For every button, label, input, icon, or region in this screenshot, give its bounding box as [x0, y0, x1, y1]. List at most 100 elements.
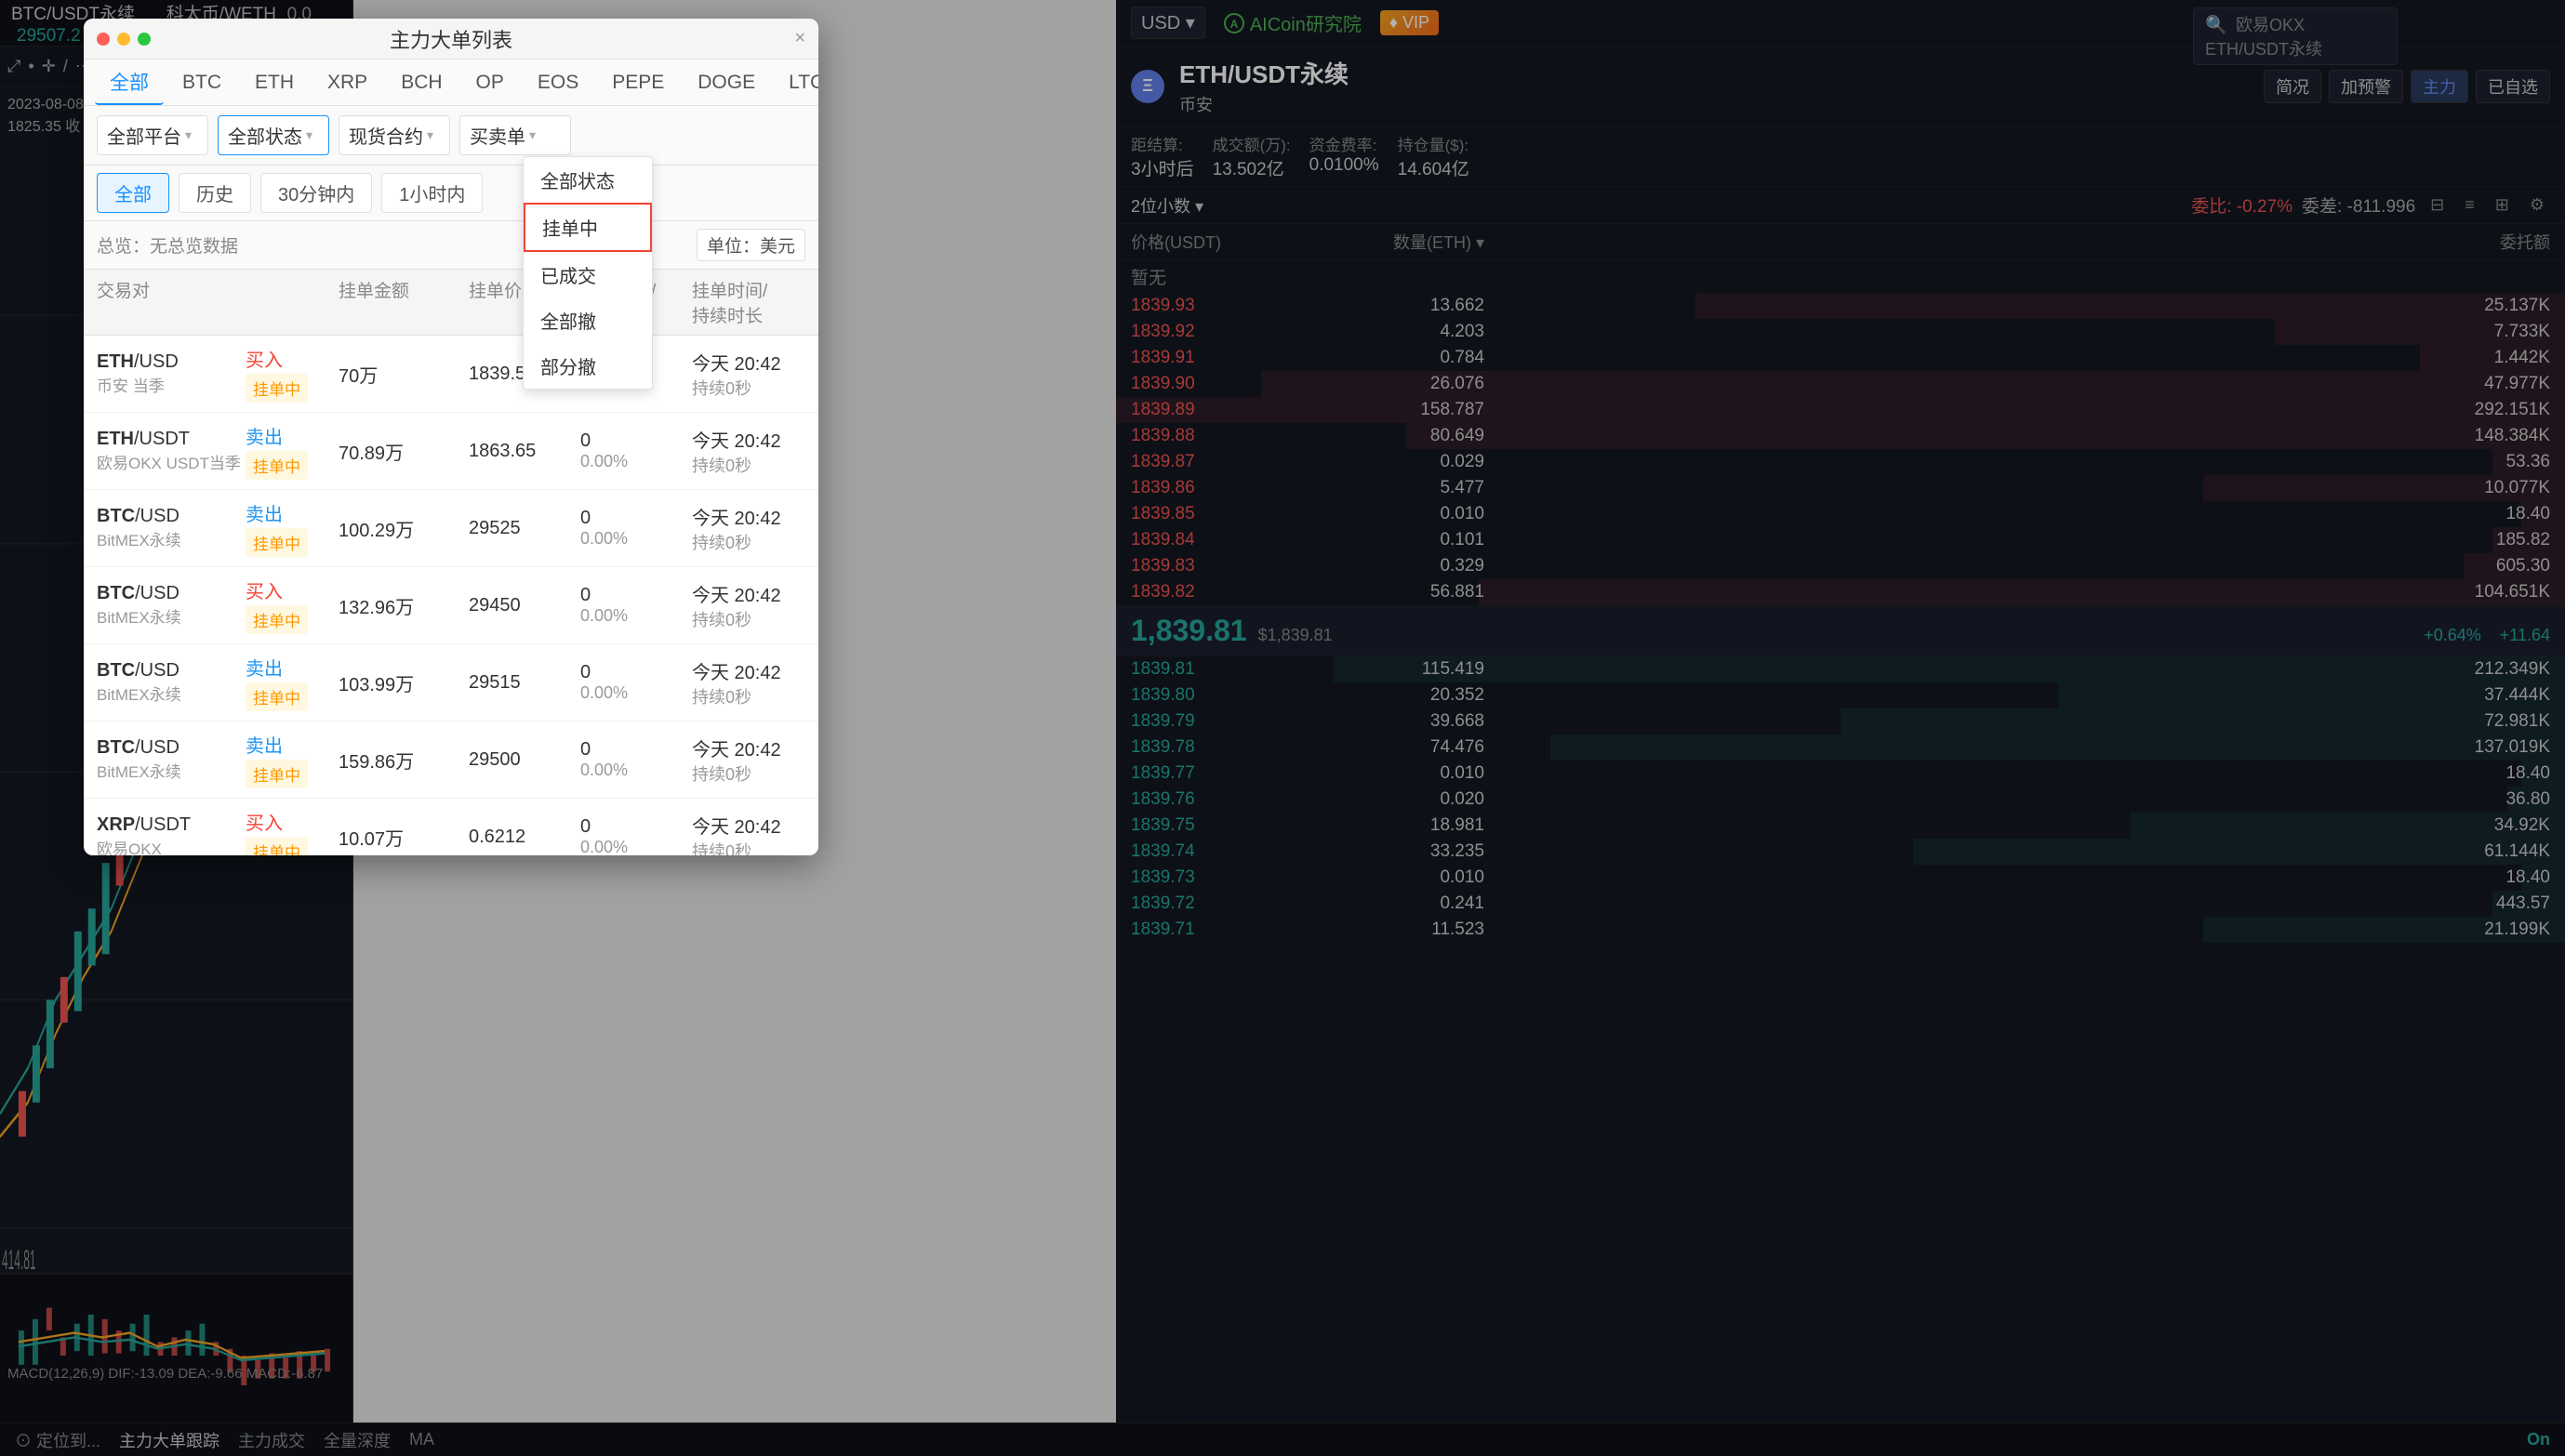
time-7: 今天 20:42: [692, 812, 818, 839]
filled-7: 0: [580, 816, 692, 838]
status-pending-2: 挂单中: [246, 451, 308, 480]
col-amount: 挂单金额: [339, 277, 469, 327]
time-1: 今天 20:42: [692, 349, 818, 376]
side-buy-4: 买入: [246, 576, 339, 603]
pair-btc-usd-5: BTC/USD: [97, 660, 246, 682]
duration-1: 持续0秒: [692, 376, 818, 400]
close-traffic-light[interactable]: [97, 33, 110, 46]
subtab-history[interactable]: 历史: [179, 173, 251, 213]
price-6: 29500: [469, 749, 580, 771]
dropdown-cancel-all[interactable]: 全部撤: [524, 298, 652, 343]
pair-xrp-usdt-7: XRP/USDT: [97, 814, 246, 836]
time-5: 今天 20:42: [692, 657, 818, 684]
modal-titlebar: 主力大单列表 ×: [84, 19, 818, 60]
dropdown-filled[interactable]: 已成交: [524, 252, 652, 298]
side-sell-6: 卖出: [246, 731, 339, 758]
status-filter-label: 全部状态: [228, 122, 302, 149]
status-pending-6: 挂单中: [246, 760, 308, 788]
traffic-lights: [97, 33, 151, 46]
table-row[interactable]: ETH/USDT 欧易OKX USDT当季 卖出 挂单中 70.89万 1863…: [84, 413, 818, 490]
table-header: 交易对 挂单金额 挂单价格 成交金额/成交比例 挂单时间/持续时长: [84, 270, 818, 336]
platform-filter[interactable]: 全部平台 ▾: [97, 115, 208, 155]
duration-3: 持续0秒: [692, 530, 818, 554]
price-3: 29525: [469, 518, 580, 539]
modal-window: 主力大单列表 × 全部 BTC ETH XRP BCH OP EOS PEPE …: [84, 19, 818, 855]
table-row[interactable]: XRP/USDT 欧易OKX 买入 挂单中 10.07万 0.6212 0 0.…: [84, 799, 818, 855]
table-body: ETH/USD 币安 当季 买入 挂单中 70万 1839.59 0 0.00%…: [84, 336, 818, 855]
side-sell-5: 卖出: [246, 654, 339, 681]
summary-text: 总览：无总览数据: [97, 232, 238, 258]
subtab-30min[interactable]: 30分钟内: [260, 173, 372, 213]
maximize-traffic-light[interactable]: [138, 33, 151, 46]
price-2: 1863.65: [469, 441, 580, 462]
platform-filter-label: 全部平台: [107, 122, 181, 149]
time-3: 今天 20:42: [692, 503, 818, 530]
side-buy-7: 买入: [246, 808, 339, 835]
ratio-6: 0.00%: [580, 761, 692, 780]
filled-2: 0: [580, 430, 692, 452]
modal-tabs: 全部 BTC ETH XRP BCH OP EOS PEPE DOGE LTC …: [84, 60, 818, 106]
contract-filter-label: 现货合约: [349, 122, 423, 149]
ratio-2: 0.00%: [580, 452, 692, 471]
unit-selector[interactable]: 单位：美元: [697, 229, 805, 261]
tab-btc[interactable]: BTC: [167, 64, 236, 101]
status-pending-3: 挂单中: [246, 528, 308, 557]
tab-bch[interactable]: BCH: [386, 64, 457, 101]
exchange-xrp-usdt-7: 欧易OKX: [97, 836, 246, 855]
col-time: 挂单时间/持续时长: [692, 277, 818, 327]
tab-pepe[interactable]: PEPE: [597, 64, 679, 101]
subtab-all[interactable]: 全部: [97, 173, 169, 213]
col-side: [246, 277, 339, 327]
table-row[interactable]: BTC/USD BitMEX永续 买入 挂单中 132.96万 29450 0 …: [84, 567, 818, 644]
status-pending-4: 挂单中: [246, 605, 308, 634]
tab-doge[interactable]: DOGE: [683, 64, 770, 101]
contract-filter[interactable]: 现货合约 ▾: [339, 115, 450, 155]
amount-7: 10.07万: [339, 824, 469, 851]
dropdown-pending[interactable]: 挂单中: [524, 203, 652, 252]
modal-title: 主力大单列表: [390, 24, 512, 54]
status-filter-chevron: ▾: [306, 127, 312, 143]
amount-5: 103.99万: [339, 669, 469, 696]
pair-btc-usd-6: BTC/USD: [97, 737, 246, 759]
filled-3: 0: [580, 508, 692, 529]
table-row[interactable]: BTC/USD BitMEX永续 卖出 挂单中 103.99万 29515 0 …: [84, 644, 818, 721]
duration-2: 持续0秒: [692, 453, 818, 477]
table-row[interactable]: ETH/USD 币安 当季 买入 挂单中 70万 1839.59 0 0.00%…: [84, 336, 818, 413]
tab-xrp[interactable]: XRP: [312, 64, 382, 101]
table-row[interactable]: BTC/USD BitMEX永续 卖出 挂单中 100.29万 29525 0 …: [84, 490, 818, 567]
amount-4: 132.96万: [339, 592, 469, 619]
tab-op[interactable]: OP: [461, 64, 519, 101]
pair-eth-usd-1: ETH/USD: [97, 351, 246, 373]
exchange-eth-usdt-2: 欧易OKX USDT当季: [97, 450, 246, 473]
price-4: 29450: [469, 595, 580, 616]
status-filter[interactable]: 全部状态 ▾: [218, 115, 329, 155]
col-pair: 交易对: [97, 277, 246, 327]
modal-filters: 全部平台 ▾ 全部状态 ▾ 现货合约 ▾ 买卖单 ▾: [84, 106, 818, 165]
side-filter-label: 买卖单: [470, 122, 525, 149]
modal-subtabs: 全部 历史 30分钟内 1小时内: [84, 165, 818, 221]
summary-row: 总览：无总览数据 单位：美元: [84, 221, 818, 270]
amount-3: 100.29万: [339, 515, 469, 542]
exchange-btc-usd-4: BitMEX永续: [97, 604, 246, 628]
time-2: 今天 20:42: [692, 426, 818, 453]
minimize-traffic-light[interactable]: [117, 33, 130, 46]
platform-filter-chevron: ▾: [185, 127, 192, 143]
modal-close-button[interactable]: ×: [794, 28, 805, 49]
dropdown-all-status[interactable]: 全部状态: [524, 157, 652, 203]
amount-6: 159.86万: [339, 747, 469, 774]
time-4: 今天 20:42: [692, 580, 818, 607]
price-5: 29515: [469, 672, 580, 694]
contract-filter-chevron: ▾: [427, 127, 433, 143]
tab-ltc[interactable]: LTC: [774, 64, 818, 101]
subtab-1hr[interactable]: 1小时内: [381, 173, 483, 213]
tab-all[interactable]: 全部: [95, 60, 164, 105]
pair-btc-usd-4: BTC/USD: [97, 583, 246, 604]
filled-4: 0: [580, 585, 692, 606]
ratio-3: 0.00%: [580, 529, 692, 549]
table-row[interactable]: BTC/USD BitMEX永续 卖出 挂单中 159.86万 29500 0 …: [84, 721, 818, 799]
dropdown-cancel-partial[interactable]: 部分撤: [524, 343, 652, 389]
tab-eos[interactable]: EOS: [523, 64, 593, 101]
side-filter[interactable]: 买卖单 ▾: [459, 115, 571, 155]
tab-eth[interactable]: ETH: [240, 64, 309, 101]
status-pending-7: 挂单中: [246, 837, 308, 855]
